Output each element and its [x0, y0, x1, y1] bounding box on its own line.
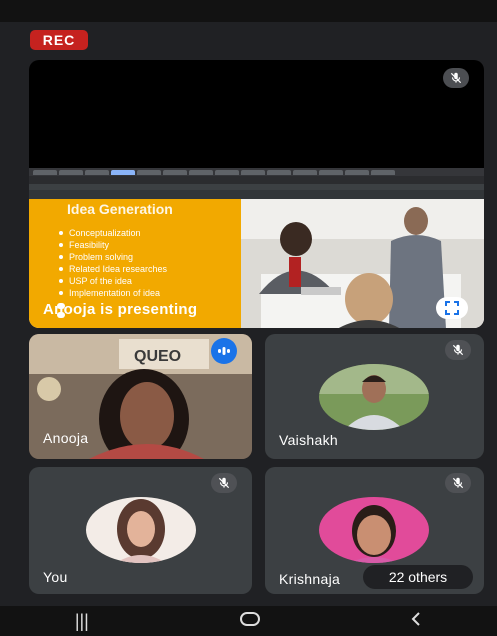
home-button[interactable]: [239, 611, 261, 632]
fullscreen-button[interactable]: [436, 297, 468, 319]
slide-bullet-list: Conceptualization Feasibility Problem so…: [59, 227, 167, 299]
mic-off-icon: [445, 340, 471, 360]
participant-tile-you[interactable]: You: [29, 467, 252, 594]
android-nav-bar: |||: [0, 606, 497, 636]
participant-name: Vaishakh: [279, 432, 338, 448]
slide-bullet: Feasibility: [59, 239, 167, 251]
recording-badge: REC: [30, 30, 88, 50]
presentation-tile[interactable]: Idea Generation Conceptualization Feasib…: [29, 60, 484, 328]
participant-tile-vaishakh[interactable]: Vaishakh: [265, 334, 484, 459]
mic-off-icon: [445, 473, 471, 493]
speaking-indicator-icon: [211, 338, 237, 364]
mic-off-icon: [443, 68, 469, 88]
slide-bullet: USP of the idea: [59, 275, 167, 287]
avatar: [319, 497, 429, 563]
pdf-toolbar: [29, 190, 484, 199]
participant-name: Krishnaja: [279, 571, 341, 587]
home-icon: [239, 611, 260, 626]
slide-title: Idea Generation: [67, 201, 173, 217]
browser-tab-strip: [29, 168, 484, 176]
mic-off-icon: [211, 473, 237, 493]
participant-tile-anooja[interactable]: QUEO Anooja: [29, 334, 252, 459]
participant-tile-krishnaja[interactable]: Krishnaja 22 others: [265, 467, 484, 594]
presenting-status: Anooja is presenting: [43, 301, 198, 318]
others-count-button[interactable]: 22 others: [363, 565, 473, 589]
back-button[interactable]: [410, 611, 422, 632]
status-bar: [0, 0, 497, 22]
fullscreen-icon: [445, 301, 459, 315]
avatar: [319, 364, 429, 430]
browser-address-bar: [29, 176, 484, 184]
slide-bullet: Implementation of idea: [59, 287, 167, 299]
svg-text:QUEO: QUEO: [134, 348, 181, 365]
slide-bullet: Problem solving: [59, 251, 167, 263]
participant-name: You: [43, 569, 68, 585]
slide-bullet: Related Idea researches: [59, 263, 167, 275]
recent-apps-button[interactable]: |||: [75, 611, 89, 632]
back-icon: [411, 611, 420, 626]
avatar: [86, 497, 196, 563]
slide-bullet: Conceptualization: [59, 227, 167, 239]
participant-name: Anooja: [43, 430, 89, 446]
